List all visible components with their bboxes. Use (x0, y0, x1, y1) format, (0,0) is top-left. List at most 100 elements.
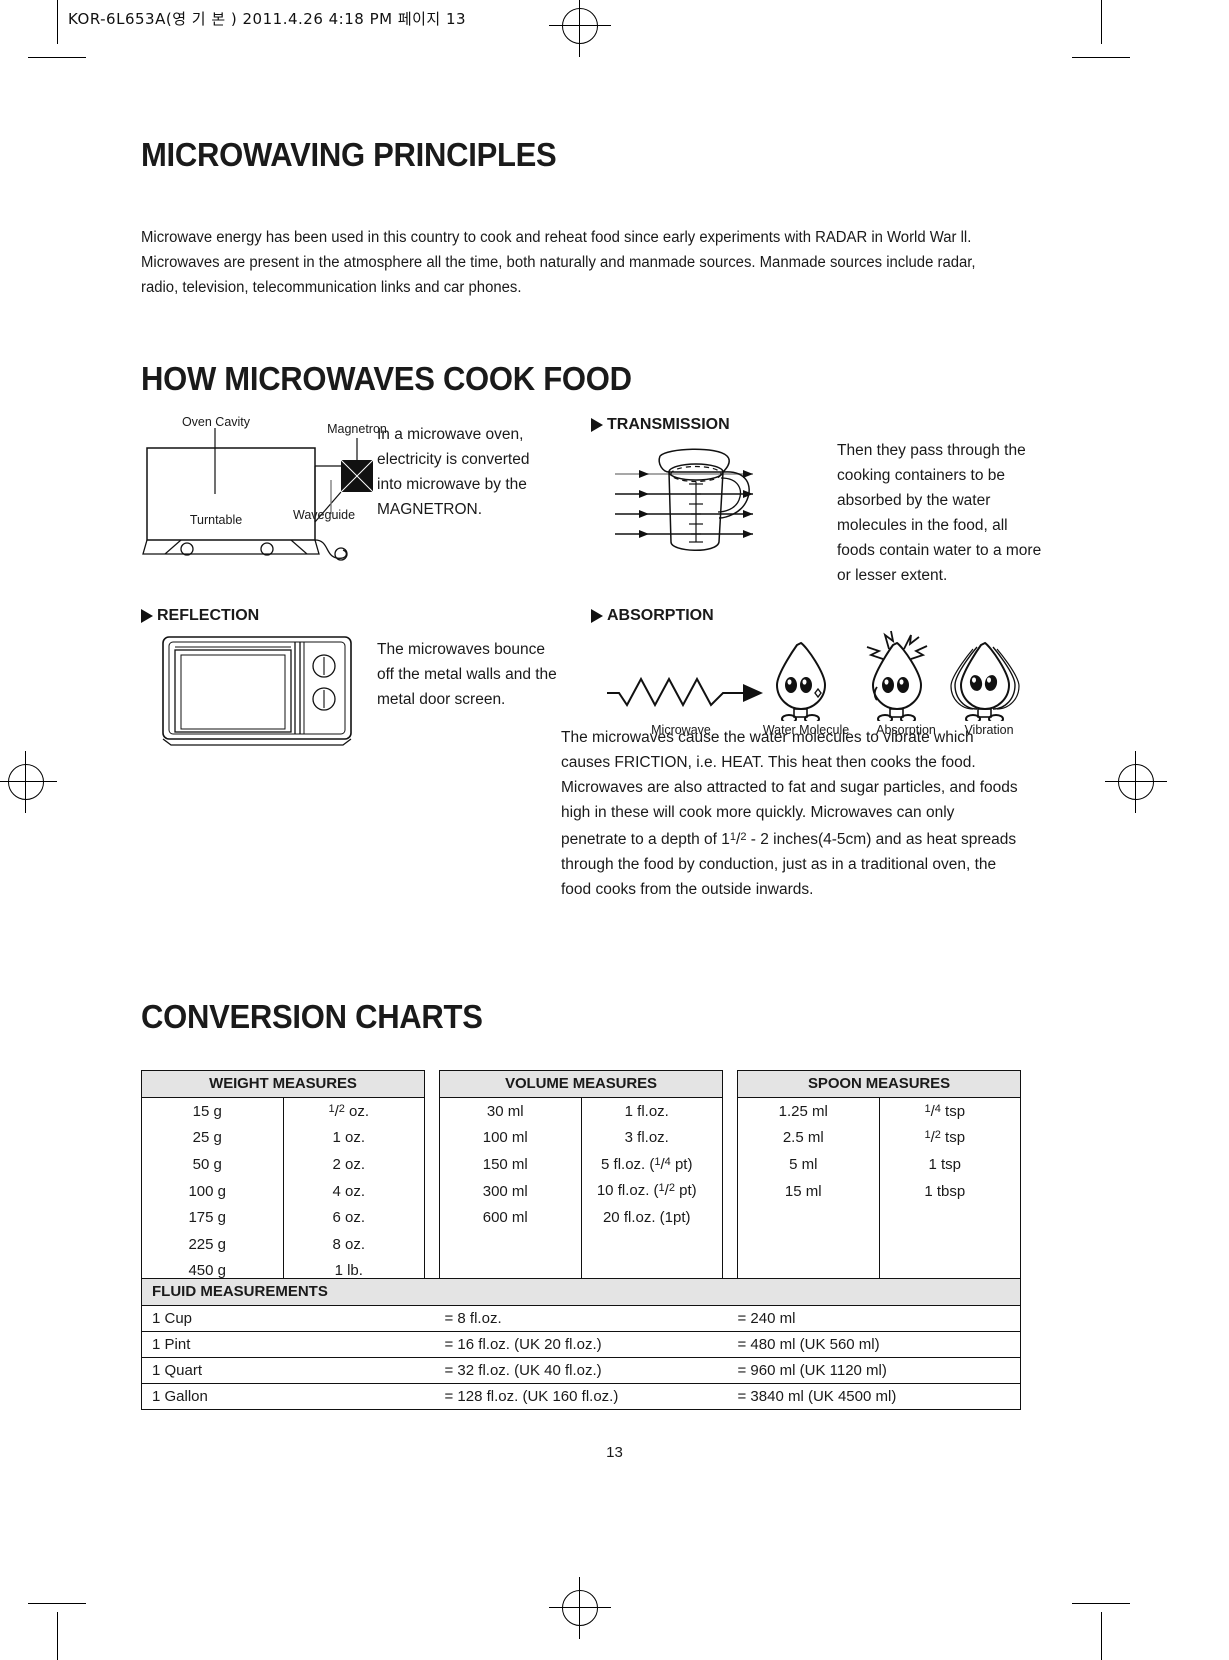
table-row: 15 ml 1 tbsp (737, 1177, 1021, 1205)
absorption-heading-label: ABSORPTION (607, 607, 714, 625)
absorption-heading: ABSORPTION (591, 607, 1031, 625)
cell-metric: 25 g (141, 1124, 284, 1152)
unit-label: tsp (940, 1129, 966, 1147)
cell-imperial: 1/2 oz. (328, 1102, 370, 1120)
table-row: 100 ml 3 fl.oz. (439, 1124, 723, 1152)
triangle-bullet-icon (591, 609, 603, 624)
cell-imperial: 10 fl.oz. (1/2 pt) (596, 1182, 697, 1200)
weight-measures-body: 15 g 1/2 oz. 25 g 1 oz. 50 g 2 oz. 100 g 4 … (141, 1097, 425, 1285)
label-waveguide: Waveguide (293, 508, 356, 523)
unit-suffix: pt) (674, 1182, 697, 1200)
table-row (737, 1230, 1021, 1258)
cell-ml: = 960 ml (UK 1120 ml) (727, 1357, 1021, 1384)
page-title-conversion-charts: CONVERSION CHARTS (141, 998, 483, 1035)
measure-tables-row: WEIGHT MEASURES 15 g 1/2 oz. 25 g 1 oz. 5… (141, 1070, 1021, 1286)
table-row: 50 g 2 oz. (141, 1151, 425, 1178)
transmission-heading: TRANSMISSION (591, 416, 1031, 434)
fluid-measurements-header: FLUID MEASUREMENTS (141, 1278, 1021, 1306)
cell-imperial: 4 oz. (332, 1182, 366, 1200)
cell-metric: 1.25 ml (737, 1097, 880, 1125)
crop-mark-top-left-vertical (57, 0, 58, 44)
weight-measures-table: WEIGHT MEASURES 15 g 1/2 oz. 25 g 1 oz. 5… (141, 1070, 425, 1286)
cell-unit: 1 Pint (141, 1331, 435, 1358)
cell-imperial: 1/4 tsp (924, 1102, 966, 1120)
table-row: 2.5 ml 1/2 tsp (737, 1124, 1021, 1152)
measuring-cup-svg (615, 448, 753, 552)
fluid-measurements-table: FLUID MEASUREMENTS 1 Cup = 8 fl.oz. = 24… (141, 1278, 1021, 1410)
cell-imperial: 1/2 tsp (924, 1129, 966, 1147)
table-row: 5 ml 1 tsp (737, 1151, 1021, 1178)
oven-diagram-svg (142, 428, 374, 561)
absorption-fraction-numerator: 1 (729, 831, 737, 843)
cell-oz: = 8 fl.oz. (434, 1305, 728, 1332)
cell-unit: 1 Gallon (152, 1388, 208, 1405)
cell-metric: 225 g (141, 1230, 284, 1258)
cell-metric: 600 ml (439, 1204, 582, 1231)
absorption-block: ABSORPTION Microwave Water Molecule Abso… (591, 607, 1031, 737)
registration-mark-bottom (549, 1577, 611, 1639)
page-title-microwaving-principles: MICROWAVING PRINCIPLES (141, 136, 557, 173)
cell-metric: 100 g (141, 1177, 284, 1205)
crop-mark-bottom-right-h (1072, 1603, 1130, 1604)
label-turntable: Turntable (189, 513, 243, 528)
cell-imperial: 3 fl.oz. (624, 1129, 669, 1147)
crop-mark-bottom-right-vertical (1101, 1612, 1102, 1660)
content-column: MICROWAVING PRINCIPLES Microwave energy … (141, 0, 1041, 1410)
reflection-heading: REFLECTION (141, 607, 571, 625)
cell-metric: 175 g (141, 1204, 284, 1231)
spoon-measures-table: SPOON MEASURES 1.25 ml 1/4 tsp 2.5 ml 1/… (737, 1070, 1021, 1286)
reflection-block: REFLECTION The microwaves bounce off the… (141, 607, 571, 746)
registration-mark-left (0, 751, 57, 813)
crop-mark-right-upper-h (1072, 57, 1130, 58)
fraction-numerator: 1 (328, 1102, 335, 1115)
cell-metric: 100 ml (439, 1124, 582, 1152)
unit-label: tsp (940, 1102, 966, 1120)
microwave-oven-illustration (161, 633, 361, 756)
table-row: 175 g 6 oz. (141, 1204, 425, 1231)
microwave-oven-svg (162, 636, 352, 746)
triangle-bullet-icon (141, 609, 153, 624)
registration-mark-right (1105, 751, 1167, 813)
table-row: 100 g 4 oz. (141, 1177, 425, 1205)
crop-mark-top-right-vertical (1101, 0, 1102, 44)
absorption-svg (607, 631, 1020, 725)
volume-measures-table: VOLUME MEASURES 30 ml 1 fl.oz. 100 ml 3 fl… (439, 1070, 723, 1286)
weight-measures-header: WEIGHT MEASURES (141, 1070, 425, 1098)
triangle-bullet-icon (591, 418, 603, 433)
spoon-measures-header: SPOON MEASURES (737, 1070, 1021, 1098)
cell-ml: = 240 ml (727, 1305, 1021, 1332)
table-row: 1 Cup = 8 fl.oz. = 240 ml (141, 1305, 1021, 1332)
cell-imperial: 1 tbsp (924, 1182, 966, 1200)
cell-metric: 300 ml (439, 1177, 582, 1205)
unit-label: oz. (344, 1102, 370, 1120)
cell-unit: 1 Quart (141, 1357, 435, 1384)
cell-imperial: 5 fl.oz. (1/4 pt) (601, 1155, 693, 1174)
water-molecule-1 (775, 642, 827, 725)
cell-imperial: 1 fl.oz. (624, 1102, 669, 1120)
crop-mark-bottom-left-vertical (57, 1612, 58, 1660)
fraction-numerator: 1 (924, 1102, 931, 1115)
cell-metric: 50 g (141, 1151, 284, 1178)
table-row: 1 Gallon = 128 fl.oz. (UK 160 fl.oz.) = … (142, 1384, 1021, 1410)
cell-imperial: 8 oz. (332, 1235, 366, 1253)
fluid-measurements-body: 1 Cup = 8 fl.oz. = 240 ml 1 Pint = 16 fl… (141, 1305, 1021, 1410)
unit-prefix: 5 fl.oz. ( (601, 1156, 655, 1174)
spoon-measures-body: 1.25 ml 1/4 tsp 2.5 ml 1/2 tsp 5 ml 1 tsp… (737, 1097, 1021, 1285)
cell-oz: = 16 fl.oz. (UK 20 fl.oz.) (434, 1331, 728, 1358)
fraction-numerator: 1 (658, 1182, 665, 1195)
cell-metric: 5 ml (737, 1151, 880, 1178)
cell-unit: 1 Cup (141, 1305, 435, 1332)
cell-imperial: 6 oz. (332, 1209, 366, 1227)
transmission-description: Then they pass through the cooking conta… (837, 442, 1042, 585)
cell-metric: 15 ml (737, 1177, 880, 1205)
cell-ml: = 3840 ml (UK 4500 ml) (737, 1388, 897, 1405)
cell-metric: 15 g (141, 1097, 284, 1125)
table-row: 225 g 8 oz. (141, 1230, 425, 1258)
absorption-illustration (601, 629, 1021, 726)
reflection-heading-label: REFLECTION (157, 607, 260, 625)
page-title-how-microwaves-cook-food: HOW MICROWAVES COOK FOOD (141, 359, 632, 397)
table-row: 15 g 1/2 oz. (141, 1097, 425, 1125)
cell-oz: = 128 fl.oz. (UK 160 fl.oz.) (444, 1388, 619, 1405)
water-molecule-2 (866, 631, 928, 725)
magnetron-description: In a microwave oven, electricity is conv… (377, 426, 530, 519)
